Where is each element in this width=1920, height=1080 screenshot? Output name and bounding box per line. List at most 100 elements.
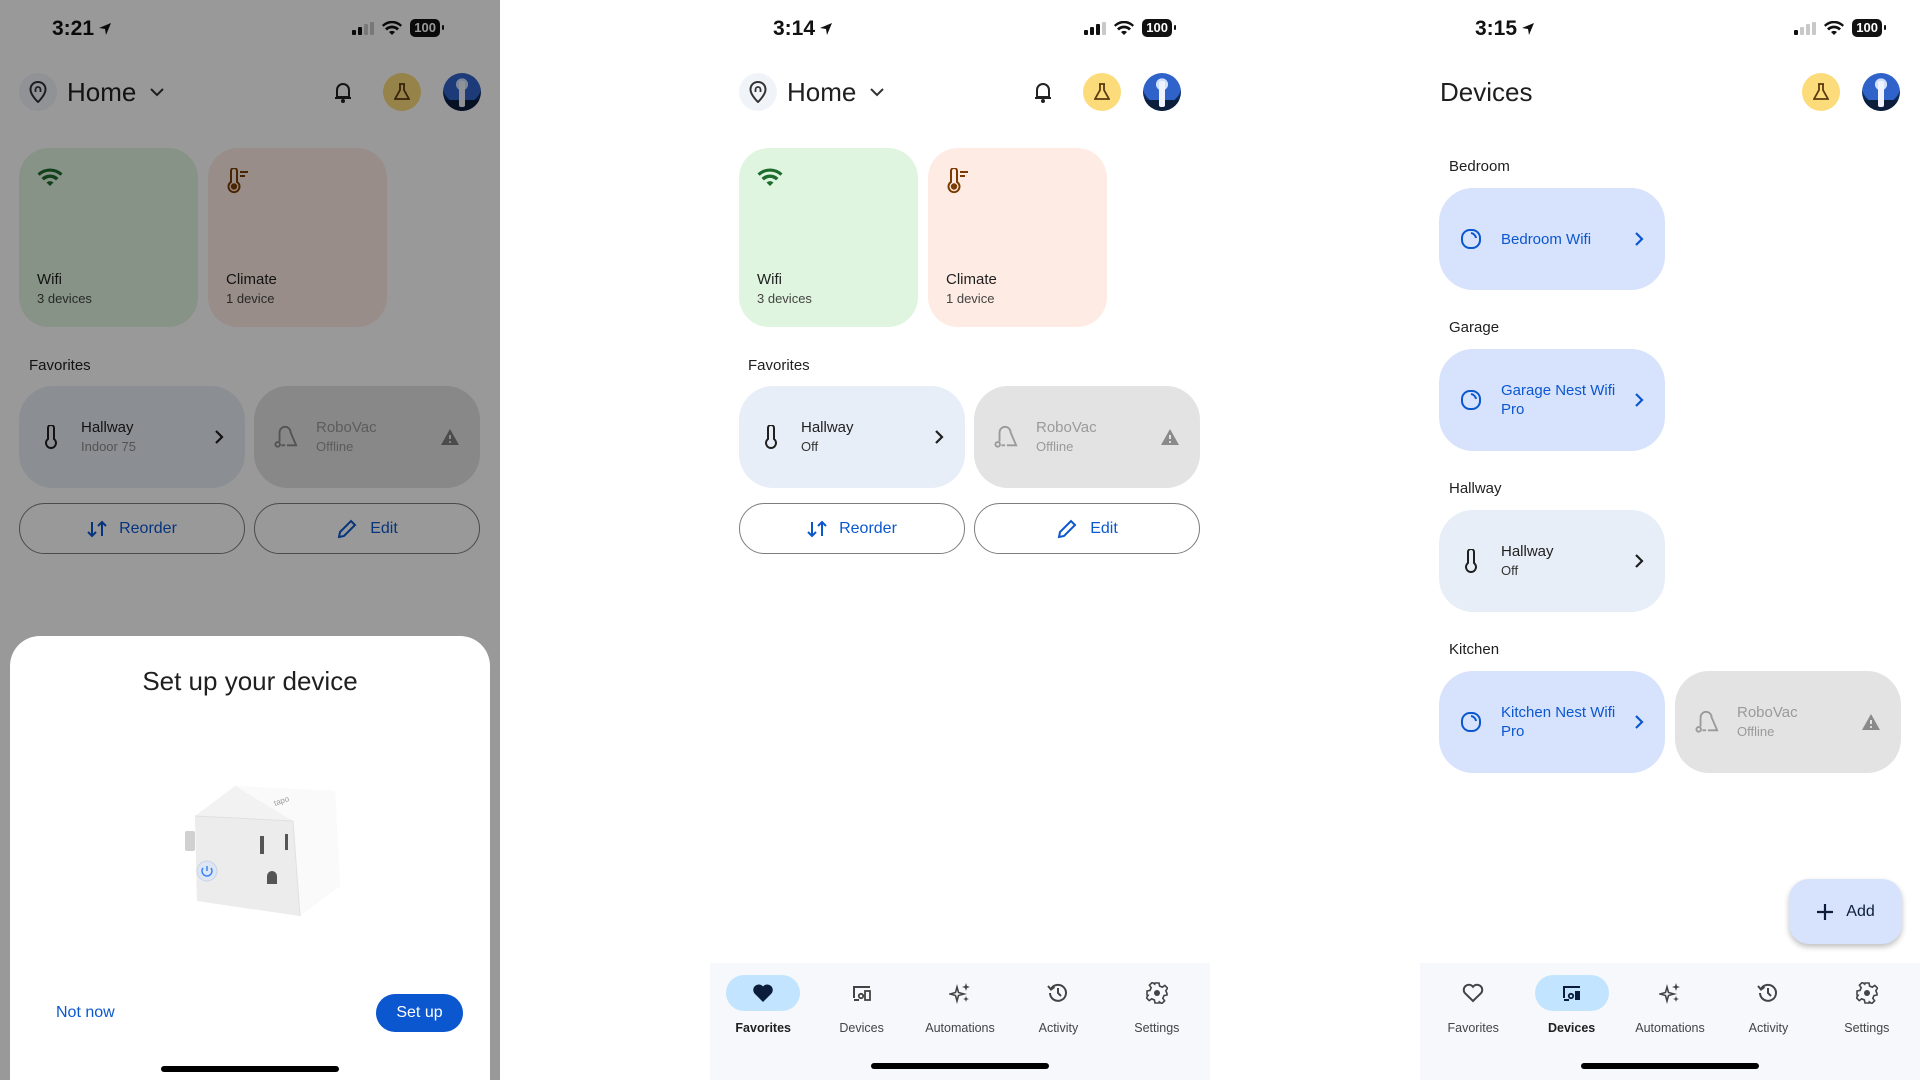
chevron-right-icon [935, 430, 944, 444]
gear-icon [1855, 982, 1878, 1004]
category-count: 1 device [946, 291, 995, 306]
home-header: Home [19, 68, 481, 116]
sparkle-icon [949, 983, 971, 1004]
thermometer-icon [45, 425, 57, 449]
home-indicator [871, 1063, 1049, 1069]
heart-icon [753, 984, 773, 1002]
category-climate[interactable]: Climate 1 device [928, 148, 1107, 327]
device-tile-garage-wifi[interactable]: Garage Nest Wifi Pro [1439, 349, 1665, 451]
thermometer-icon [765, 425, 777, 449]
set-up-button[interactable]: Set up [376, 994, 463, 1032]
nest-wifi-icon [1461, 390, 1481, 410]
flask-icon [1094, 83, 1110, 100]
not-now-button[interactable]: Not now [56, 1004, 115, 1022]
nav-label: Automations [925, 1021, 995, 1035]
room-heading-bedroom: Bedroom [1449, 158, 1510, 175]
category-count: 1 device [226, 291, 275, 306]
favorites-heading: Favorites [748, 357, 810, 374]
nav-settings[interactable]: Settings [1108, 963, 1206, 1080]
device-status: Indoor 75 [81, 439, 136, 454]
nav-label: Activity [1748, 1021, 1789, 1035]
device-name: Garage Nest Wifi Pro [1501, 382, 1616, 418]
category-climate[interactable]: Climate 1 device [208, 148, 387, 327]
location-arrow-icon [820, 23, 833, 35]
bell-icon[interactable] [333, 80, 353, 104]
favorite-tile-hallway[interactable]: Hallway Off [739, 386, 965, 488]
device-status: Offline [316, 439, 354, 454]
avatar[interactable] [443, 73, 481, 111]
avatar[interactable] [1143, 73, 1181, 111]
bottom-navigation: Favorites Devices Automations Activity S… [710, 963, 1210, 1080]
wifi-status-icon [382, 20, 403, 35]
chevron-right-icon [1635, 554, 1644, 568]
status-time: 3:21 [52, 17, 95, 40]
edit-button[interactable]: Edit [974, 503, 1200, 554]
wifi-status-icon [1114, 20, 1135, 35]
heart-outline-icon [1462, 983, 1484, 1003]
device-name: Bedroom Wifi [1501, 230, 1592, 248]
device-name: Hallway [801, 419, 854, 436]
nest-wifi-icon [1461, 229, 1481, 249]
device-name: RoboVac [1737, 704, 1798, 721]
nav-label: Activity [1038, 1021, 1079, 1035]
category-wifi[interactable]: Wifi 3 devices [739, 148, 918, 327]
chevron-down-icon[interactable] [870, 87, 885, 97]
location-pin-icon [29, 81, 47, 103]
wifi-icon [37, 168, 63, 186]
status-time: 3:14 [773, 17, 816, 40]
avatar[interactable] [1862, 73, 1900, 111]
device-status: Offline [1036, 439, 1074, 454]
device-status: Off [1501, 563, 1519, 578]
flask-icon [394, 83, 410, 100]
bell-icon[interactable] [1033, 80, 1053, 104]
device-tile-kitchen-wifi[interactable]: Kitchen Nest Wifi Pro [1439, 671, 1665, 773]
wifi-icon [757, 168, 783, 186]
labs-button[interactable] [1802, 73, 1840, 111]
nav-label: Favorites [1447, 1021, 1499, 1035]
nav-settings[interactable]: Settings [1818, 963, 1916, 1080]
location-button[interactable] [739, 73, 777, 111]
gear-icon [1145, 982, 1168, 1004]
device-tile-bedroom-wifi[interactable]: Bedroom Wifi [1439, 188, 1665, 290]
home-header: Home [739, 68, 1181, 116]
favorite-tile-hallway[interactable]: Hallway Indoor 75 [19, 386, 245, 488]
home-indicator [1581, 1063, 1759, 1069]
edit-button[interactable]: Edit [254, 503, 480, 554]
warning-icon [441, 429, 459, 445]
devices-header: Devices [1440, 68, 1900, 116]
labs-button[interactable] [1083, 73, 1121, 111]
device-name: Hallway [1501, 543, 1554, 560]
reorder-button[interactable]: Reorder [739, 503, 965, 554]
favorite-tile-robovac[interactable]: RoboVac Offline [254, 386, 480, 488]
category-wifi[interactable]: Wifi 3 devices [19, 148, 198, 327]
history-icon [1047, 983, 1068, 1002]
favorite-tile-robovac[interactable]: RoboVac Offline [974, 386, 1200, 488]
add-device-button[interactable]: Add [1789, 879, 1902, 944]
sheet-title: Set up your device [142, 666, 358, 696]
thermometer-icon [1465, 549, 1477, 573]
reorder-button[interactable]: Reorder [19, 503, 245, 554]
vacuum-icon [274, 426, 298, 448]
location-button[interactable] [19, 73, 57, 111]
chevron-down-icon[interactable] [150, 87, 165, 97]
reorder-icon [807, 520, 827, 537]
cellular-signal-icon [1084, 21, 1107, 35]
location-pin-icon [749, 81, 767, 103]
home-selector[interactable]: Home [67, 77, 136, 108]
location-arrow-icon [1522, 23, 1535, 35]
home-selector[interactable]: Home [787, 77, 856, 108]
status-bar: 3:14 100 [710, 0, 1210, 60]
labs-button[interactable] [383, 73, 421, 111]
device-tile-robovac[interactable]: RoboVac Offline [1675, 671, 1901, 773]
devices-screen: 3:15 100 Devices Bedroom Bedroom Wifi Ga… [1420, 0, 1920, 1080]
category-name: Wifi [757, 271, 782, 288]
status-bar: 3:21 100 [0, 0, 500, 60]
device-tile-hallway[interactable]: Hallway Off [1439, 510, 1665, 612]
battery-indicator: 100 [1142, 19, 1176, 37]
nav-favorites[interactable]: Favorites [1424, 963, 1522, 1080]
nav-favorites[interactable]: Favorites [714, 963, 812, 1080]
cellular-signal-icon [352, 21, 375, 35]
nav-label: Favorites [735, 1021, 791, 1035]
edit-label: Edit [370, 519, 398, 537]
reorder-label: Reorder [839, 519, 897, 537]
